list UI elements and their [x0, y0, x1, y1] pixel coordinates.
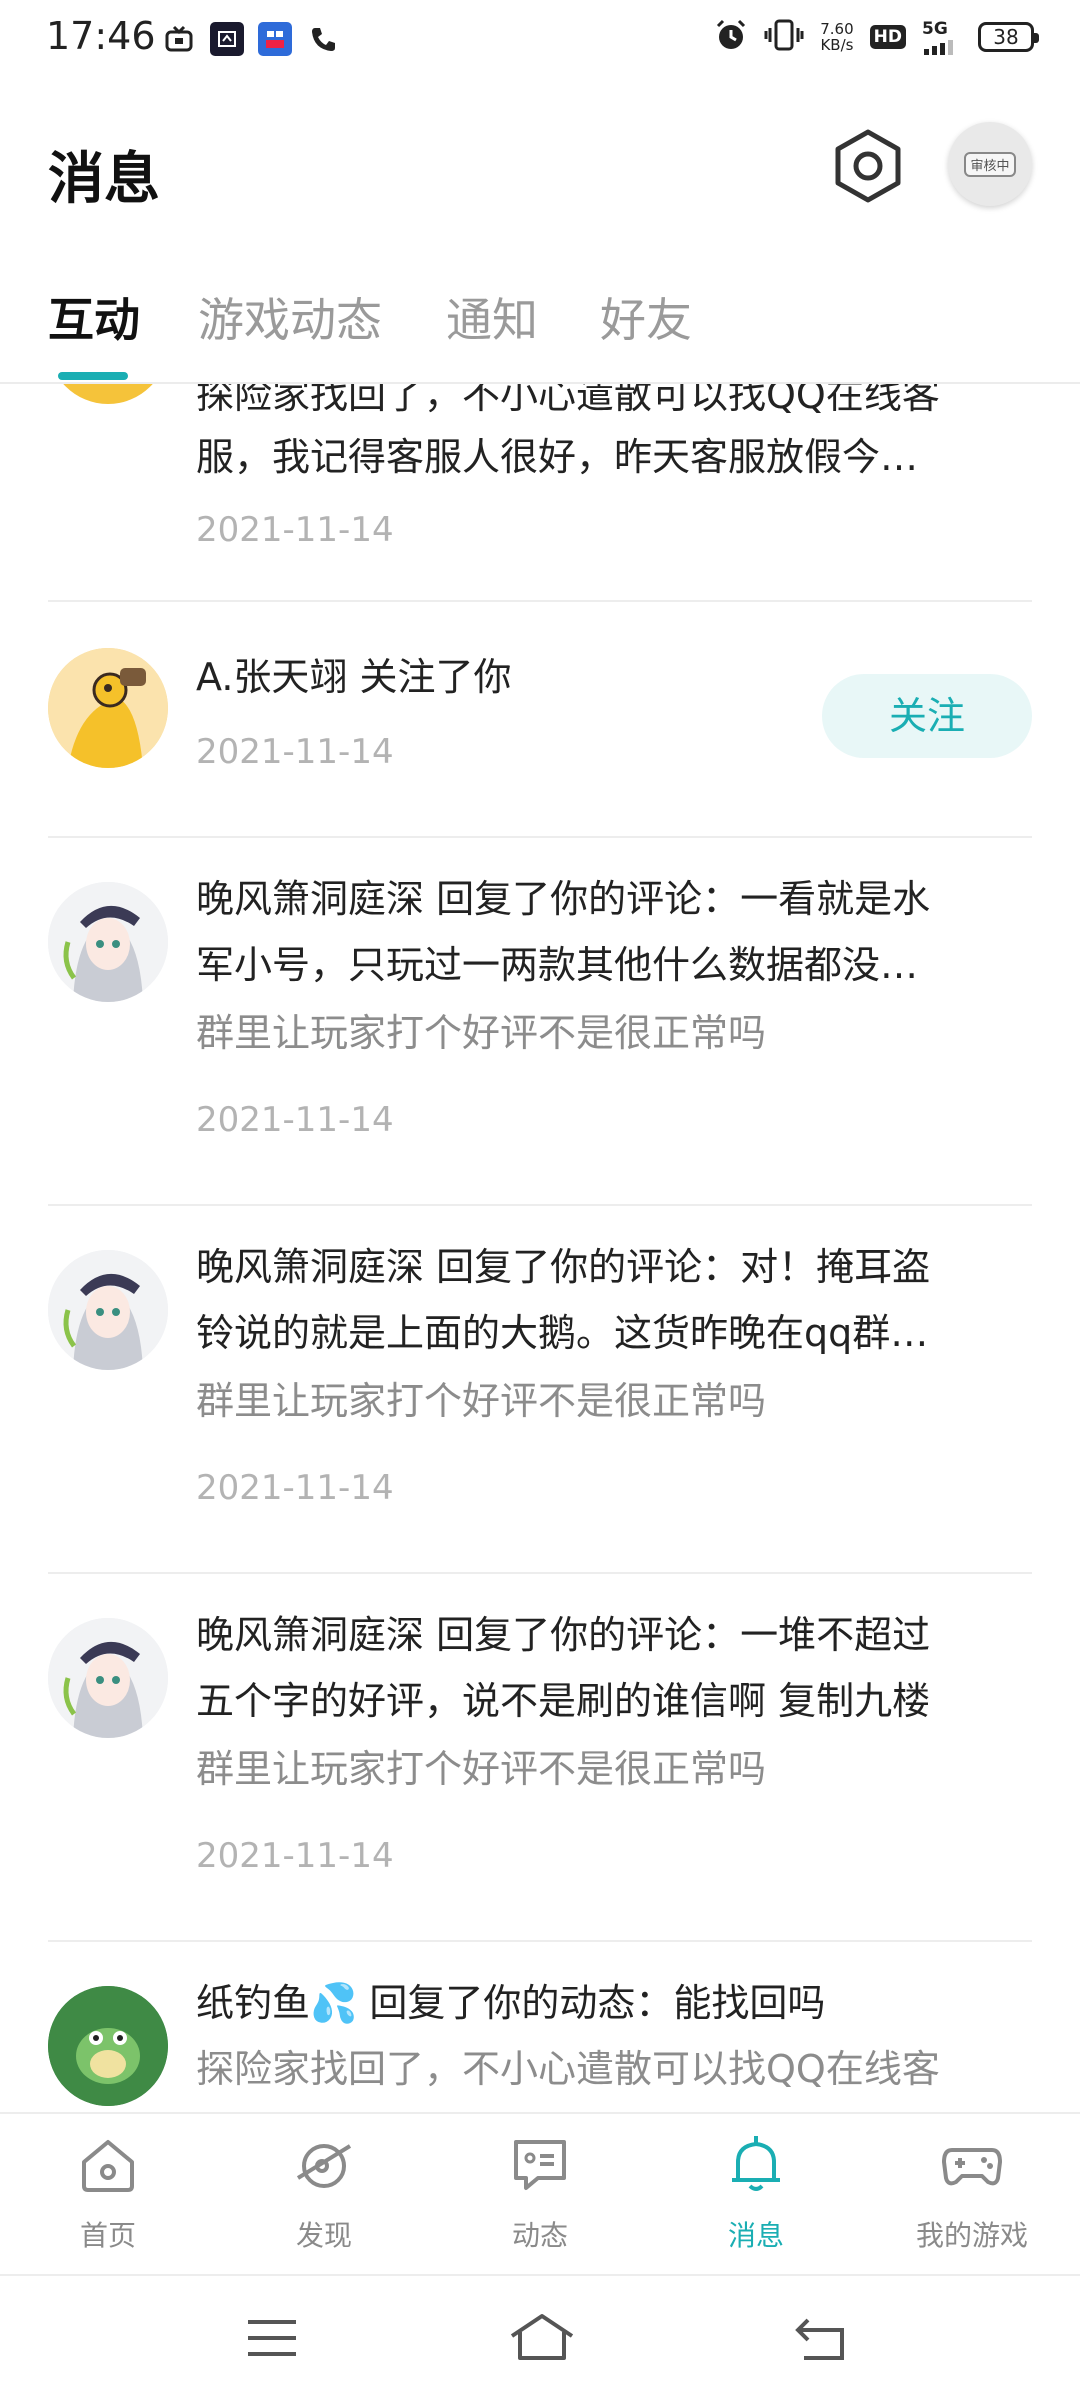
message-date: 2021-11-14 — [196, 1836, 394, 1876]
status-time: 17:46 — [46, 14, 156, 58]
quoted-comment: 群里让玩家打个好评不是很正常吗 — [196, 1011, 767, 1055]
message-date: 2021-11-14 — [196, 732, 394, 772]
avatar-image — [48, 1618, 168, 1738]
message-line: 探险家找回了，不小心遣散可以找QQ在线客 — [196, 384, 940, 417]
message-date: 2021-11-14 — [196, 1100, 394, 1140]
alarm-icon — [714, 18, 748, 56]
message-line: 晚风箫洞庭深 回复了你的评论：一堆不超过 — [196, 1613, 931, 1657]
avatar[interactable] — [48, 1250, 168, 1370]
settings-icon — [835, 129, 901, 203]
nav-label: 我的游戏 — [915, 2219, 1028, 2252]
page-title: 消息 — [48, 147, 160, 212]
message-line: 铃说的就是上面的大鹅。这货昨晚在qq群… — [196, 1311, 929, 1355]
bell-icon — [732, 2136, 780, 2191]
system-home-button[interactable] — [506, 2310, 578, 2366]
follow-button[interactable]: 关注 — [822, 674, 1032, 758]
avatar[interactable] — [48, 882, 168, 1002]
home-icon — [82, 2140, 134, 2192]
avatar-image — [48, 882, 168, 1002]
tab-notifications[interactable]: 通知 — [446, 284, 538, 350]
avatar-image — [48, 1986, 168, 2106]
list-item[interactable]: 晚风箫洞庭深 回复了你的评论：一堆不超过 五个字的好评，说不是刷的谁信啊 复制九… — [48, 1574, 1032, 1942]
menu-icon — [248, 2320, 296, 2356]
app-icon — [210, 22, 244, 56]
nav-home[interactable]: 首页 — [0, 2132, 216, 2254]
nav-messages[interactable]: 消息 — [648, 2132, 864, 2254]
user-avatar-button[interactable]: 审核中 — [948, 122, 1032, 206]
signal-group: 5G — [922, 19, 962, 55]
list-item[interactable]: 晚风箫洞庭深 回复了你的评论：一看就是水 军小号，只玩过一两款其他什么数据都没…… — [48, 838, 1032, 1206]
tab-friends[interactable]: 好友 — [600, 284, 692, 350]
nav-discover[interactable]: 发现 — [216, 2132, 432, 2254]
avatar-image — [48, 1250, 168, 1370]
avatar-review-badge: 审核中 — [964, 151, 1016, 177]
message-list[interactable]: 探险家找回了，不小心遣散可以找QQ在线客 服，我记得客服人很好，昨天客服放假今…… — [0, 384, 1080, 2112]
tab-interaction[interactable]: 互动 — [48, 284, 140, 350]
zhihu-icon — [258, 22, 292, 56]
message-line: 晚风箫洞庭深 回复了你的评论：一看就是水 — [196, 877, 931, 921]
nav-label: 发现 — [295, 2219, 352, 2252]
nav-feed[interactable]: 动态 — [432, 2132, 648, 2254]
message-line: 服，我记得客服人很好，昨天客服放假今… — [196, 435, 919, 479]
battery-indicator: 38 — [978, 22, 1039, 52]
bottom-navigation: 首页 发现 动态 消息 我的游戏 — [0, 2112, 1080, 2274]
message-line: 纸钓鱼💦 回复了你的动态：能找回吗 — [196, 1981, 826, 2025]
speed-unit: KB/s — [820, 36, 854, 54]
nav-label: 动态 — [511, 2219, 568, 2252]
speed-value: 7.60 — [820, 20, 854, 38]
tab-game-updates[interactable]: 游戏动态 — [198, 284, 382, 350]
avatar[interactable] — [48, 1618, 168, 1738]
list-item[interactable]: 探险家找回了，不小心遣散可以找QQ在线客 服，我记得客服人很好，昨天客服放假今…… — [48, 384, 1032, 602]
nav-my-games[interactable]: 我的游戏 — [864, 2132, 1080, 2254]
network-type: 5G — [922, 19, 948, 39]
battery-level: 38 — [993, 25, 1019, 49]
vibrate-icon — [764, 18, 804, 56]
system-back-button[interactable] — [790, 2310, 850, 2366]
avatar[interactable] — [48, 648, 168, 768]
discover-icon — [296, 2144, 352, 2188]
gamepad-icon — [942, 2148, 1002, 2186]
feed-icon — [514, 2140, 566, 2190]
quoted-comment: 群里让玩家打个好评不是很正常吗 — [196, 1747, 767, 1791]
system-navigation-bar — [0, 2274, 1080, 2400]
hd-badge: HD — [869, 25, 906, 49]
avatar[interactable] — [48, 1986, 168, 2106]
message-line: 五个字的好评，说不是刷的谁信啊 复制九楼 — [196, 1679, 931, 1723]
status-left-icons — [162, 22, 340, 56]
header: 消息 审核中 — [0, 84, 1080, 254]
system-menu-button[interactable] — [242, 2310, 302, 2366]
active-tab-indicator — [58, 372, 128, 380]
message-line: A.张天翊 关注了你 — [196, 655, 512, 699]
avatar-image — [48, 648, 168, 768]
screen: 17:46 7.60 KB/s HD 5G 38 消息 审核中 互动 游戏动态 … — [0, 0, 1080, 2400]
settings-button[interactable] — [830, 126, 906, 206]
status-right-icons: 7.60 KB/s HD 5G 38 — [714, 18, 1039, 56]
message-line: 探险家找回了，不小心遣散可以找QQ在线客 — [196, 2047, 940, 2091]
message-tabs: 互动 游戏动态 通知 好友 — [0, 254, 1080, 384]
network-speed: 7.60 KB/s — [820, 21, 853, 53]
list-item[interactable]: 晚风箫洞庭深 回复了你的评论：对！掩耳盗 铃说的就是上面的大鹅。这货昨晚在qq群… — [48, 1206, 1032, 1574]
avatar — [48, 384, 168, 404]
tv-icon — [162, 22, 196, 56]
nav-label: 消息 — [727, 2219, 784, 2252]
list-item[interactable]: 纸钓鱼💦 回复了你的动态：能找回吗 探险家找回了，不小心遣散可以找QQ在线客 — [48, 1942, 1032, 2112]
home-outline-icon — [510, 2314, 574, 2360]
message-line: 晚风箫洞庭深 回复了你的评论：对！掩耳盗 — [196, 1245, 931, 1289]
back-icon — [795, 2318, 844, 2360]
quoted-comment: 群里让玩家打个好评不是很正常吗 — [196, 1379, 767, 1423]
message-line: 军小号，只玩过一两款其他什么数据都没… — [196, 943, 919, 987]
signal-icon — [924, 40, 953, 55]
message-date: 2021-11-14 — [196, 510, 394, 550]
status-bar: 17:46 7.60 KB/s HD 5G 38 — [0, 0, 1080, 84]
nav-label: 首页 — [79, 2219, 136, 2252]
message-date: 2021-11-14 — [196, 1468, 394, 1508]
phone-icon — [306, 22, 340, 56]
list-item[interactable]: A.张天翊 关注了你 2021-11-14 关注 — [48, 602, 1032, 838]
